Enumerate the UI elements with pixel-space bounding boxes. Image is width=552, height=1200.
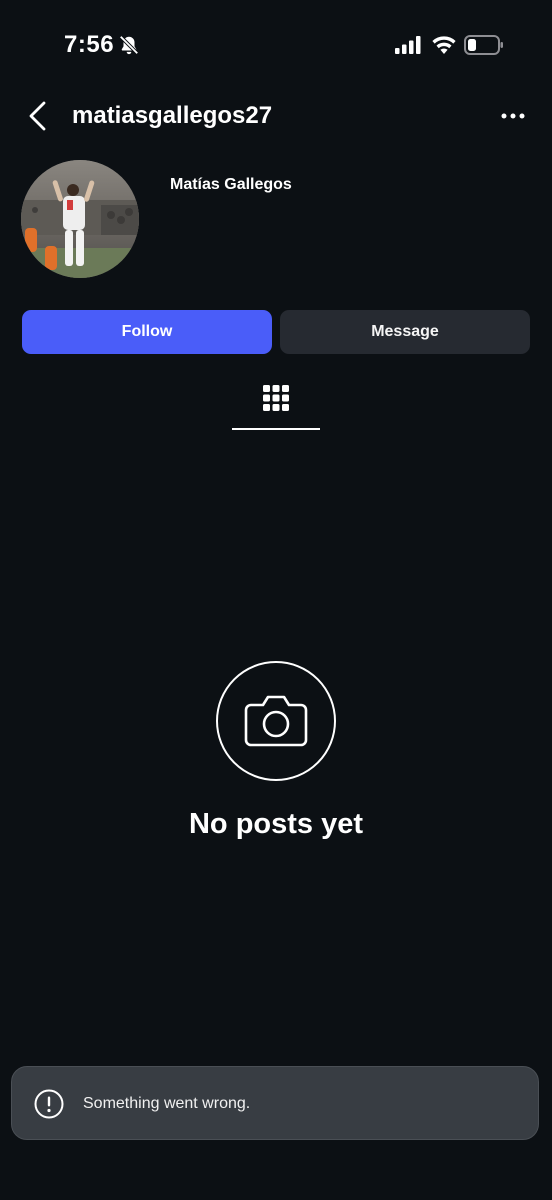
camera-circle [216, 661, 336, 781]
tab-posts-grid[interactable] [232, 380, 320, 432]
camera-icon [244, 695, 308, 747]
follow-button-label: Follow [121, 323, 173, 340]
message-button[interactable]: Message [280, 310, 530, 354]
bell-muted-icon [119, 35, 139, 55]
grid-icon [263, 385, 289, 411]
message-button-label: Message [371, 323, 439, 340]
follow-button[interactable]: Follow [22, 310, 272, 354]
battery-icon [464, 35, 503, 55]
exclamation-circle-icon [34, 1089, 64, 1119]
back-chevron-icon[interactable] [26, 100, 50, 132]
wifi-icon [432, 36, 456, 54]
profile-avatar[interactable] [21, 160, 139, 278]
avatar-photo [21, 160, 139, 278]
profile-display-name: Matías Gallegos [170, 176, 292, 193]
error-toast[interactable]: Something went wrong. [11, 1066, 539, 1140]
active-tab-indicator [232, 428, 320, 430]
cellular-signal-icon [395, 36, 421, 54]
status-time: 7:56 [64, 31, 115, 58]
empty-state-title: No posts yet [188, 808, 364, 840]
toast-message: Something went wrong. [83, 1095, 251, 1112]
profile-username: matiasgallegos27 [72, 102, 273, 129]
more-options-icon[interactable] [500, 110, 526, 122]
